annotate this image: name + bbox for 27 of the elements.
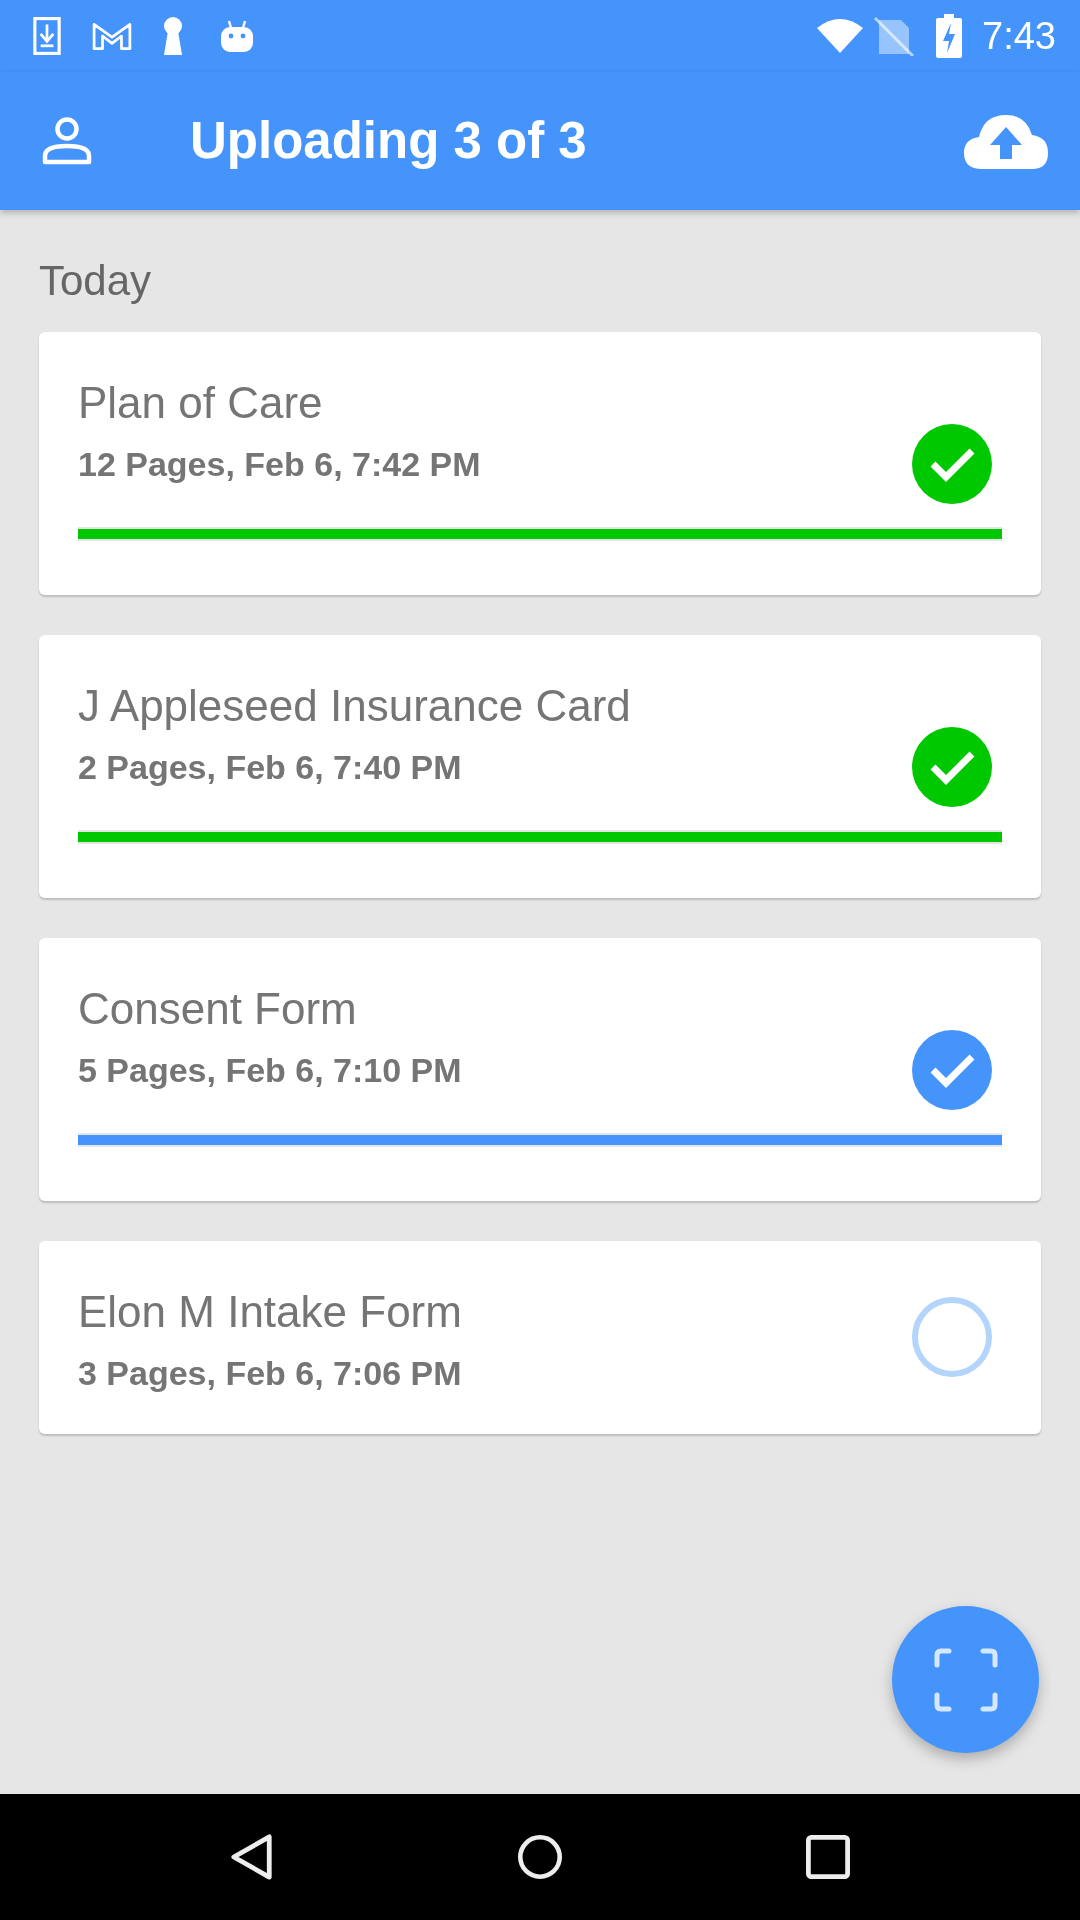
document-details: 2 Pages, Feb 6, 7:40 PM xyxy=(78,747,463,787)
home-icon xyxy=(518,1834,562,1880)
person-icon xyxy=(42,117,92,165)
recents-icon xyxy=(806,1834,850,1880)
document-card[interactable]: Elon M Intake Form 3 Pages, Feb 6, 7:06 PM xyxy=(39,1241,1041,1434)
document-card[interactable]: J Appleseed Insurance Card 2 Pages, Feb 6, 7:40 PM xyxy=(39,635,1041,898)
document-details: 3 Pages, Feb 6, 7:06 PM xyxy=(78,1353,462,1393)
battery-charging-icon xyxy=(936,14,963,58)
back-icon xyxy=(230,1834,274,1880)
no-sim-icon xyxy=(873,16,916,56)
android-icon xyxy=(220,19,254,53)
wifi-icon xyxy=(817,19,864,53)
cloud-upload-icon xyxy=(964,113,1048,169)
app-bar-title: Uploading 3 of 3 xyxy=(190,111,588,171)
document-details: 5 Pages, Feb 6, 7:10 PM xyxy=(78,1050,462,1090)
section-heading: Today xyxy=(39,258,153,304)
document-title: Elon M Intake Form xyxy=(78,1287,462,1337)
document-card[interactable]: Consent Form 5 Pages, Feb 6, 7:10 PM xyxy=(39,938,1041,1201)
document-title: Plan of Care xyxy=(78,378,324,428)
download-icon xyxy=(33,17,61,55)
document-card[interactable]: Plan of Care 12 Pages, Feb 6, 7:42 PM xyxy=(39,332,1041,595)
document-title: J Appleseed Insurance Card xyxy=(78,681,631,731)
document-title: Consent Form xyxy=(78,984,358,1034)
mail-icon xyxy=(92,21,132,51)
scan-frame-icon xyxy=(933,1647,998,1712)
clock-time: 7:43 xyxy=(982,14,1056,58)
document-details: 12 Pages, Feb 6, 7:42 PM xyxy=(78,444,481,484)
